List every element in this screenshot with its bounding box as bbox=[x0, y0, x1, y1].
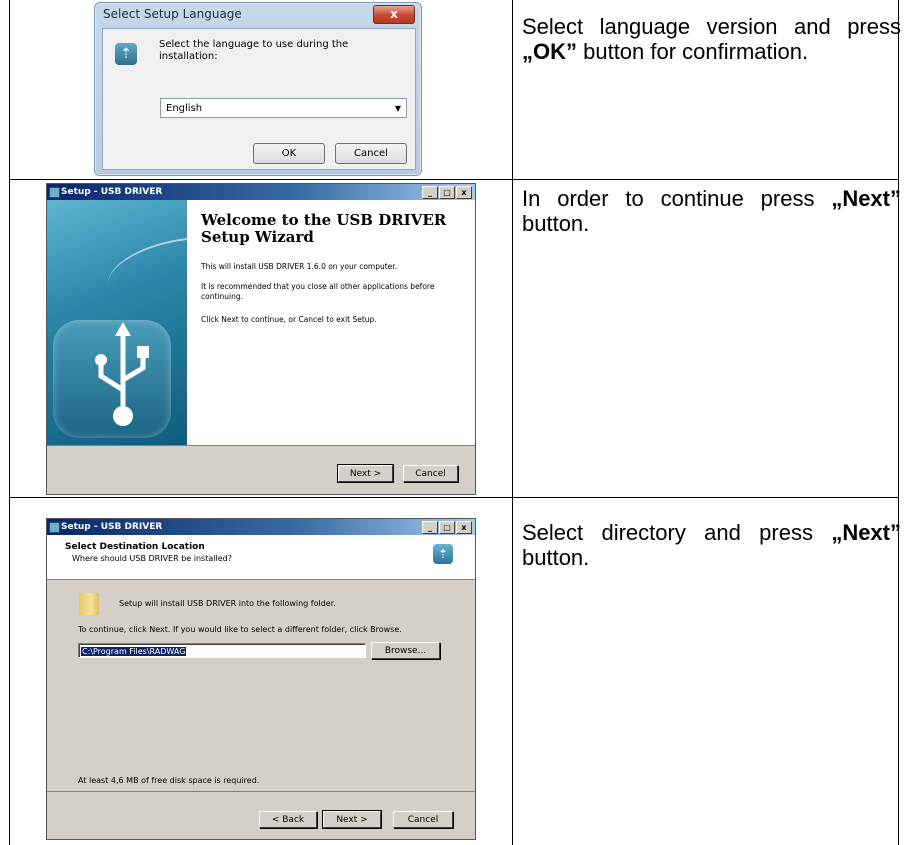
window-controls: _ □ x bbox=[422, 521, 472, 534]
light-arc bbox=[102, 226, 187, 316]
window-controls: _ □ x bbox=[422, 186, 472, 199]
next-button[interactable]: Next > bbox=[337, 464, 394, 483]
welcome-heading: Welcome to the USB DRIVER Setup Wizard bbox=[201, 211, 447, 246]
ok-button[interactable]: OK bbox=[253, 143, 325, 164]
close-button[interactable]: x bbox=[456, 521, 472, 534]
close-button[interactable]: x bbox=[373, 5, 415, 24]
usb-logo-icon bbox=[53, 320, 171, 438]
wizard-button-bar bbox=[47, 791, 475, 792]
page-subtitle: Where should USB DRIVER be installed? bbox=[72, 554, 232, 563]
folder-icon bbox=[79, 593, 99, 615]
setup-destination-window: Setup - USB DRIVER _ □ x Select Destinat… bbox=[46, 518, 476, 840]
dialog-body: ⇡ Select the language to use during the … bbox=[102, 28, 416, 170]
install-paragraph: This will install USB DRIVER 1.6.0 on yo… bbox=[201, 262, 398, 271]
row-divider-1 bbox=[9, 179, 899, 180]
usb-setup-icon: ⇡ bbox=[433, 544, 453, 564]
select-language-dialog: Select Setup Language x ⇡ Select the lan… bbox=[94, 2, 422, 176]
language-select[interactable]: English ▼ bbox=[160, 98, 407, 118]
dialog-title: Select Setup Language bbox=[103, 7, 242, 21]
window-title: Setup - USB DRIVER bbox=[61, 522, 163, 532]
destination-path-input[interactable]: C:\Program Files\RADWAG bbox=[78, 643, 366, 658]
cancel-button[interactable]: Cancel bbox=[393, 811, 453, 828]
next-button[interactable]: Next > bbox=[322, 810, 382, 829]
recommend-paragraph: It is recommended that you close all oth… bbox=[201, 282, 435, 301]
row-divider-2 bbox=[9, 497, 899, 498]
chevron-down-icon: ▼ bbox=[394, 104, 401, 113]
close-button[interactable]: x bbox=[456, 186, 472, 199]
setup-welcome-window: Setup - USB DRIVER _ □ x Welcome to the … bbox=[46, 183, 476, 495]
cancel-button[interactable]: Cancel bbox=[335, 143, 407, 164]
maximize-button[interactable]: □ bbox=[439, 186, 455, 199]
minimize-button[interactable]: _ bbox=[422, 186, 438, 199]
wizard-side-image bbox=[47, 200, 187, 445]
continue-info-text: To continue, click Next. If you would li… bbox=[78, 625, 402, 634]
back-button[interactable]: < Back bbox=[259, 811, 317, 828]
browse-button[interactable]: Browse... bbox=[371, 642, 440, 659]
page-title: Select Destination Location bbox=[65, 542, 205, 552]
usb-setup-icon: ⇡ bbox=[115, 43, 137, 65]
cancel-button[interactable]: Cancel bbox=[403, 465, 458, 482]
window-titlebar: Setup - USB DRIVER _ □ x bbox=[47, 519, 475, 535]
instruction-text-3: Select directory and press „Next” button… bbox=[522, 520, 901, 570]
wizard-button-bar bbox=[47, 445, 475, 446]
language-selected-value: English bbox=[166, 103, 203, 114]
left-border bbox=[9, 0, 10, 845]
window-titlebar: Setup - USB DRIVER _ □ x bbox=[47, 184, 475, 200]
right-border bbox=[898, 0, 899, 845]
setup-app-icon bbox=[49, 522, 60, 533]
setup-app-icon bbox=[49, 187, 60, 198]
instruction-text-2: In order to continue press „Next” button… bbox=[522, 186, 901, 236]
destination-path-value: C:\Program Files\RADWAG bbox=[81, 647, 187, 656]
minimize-button[interactable]: _ bbox=[422, 521, 438, 534]
wizard-content: Welcome to the USB DRIVER Setup Wizard T… bbox=[187, 200, 475, 445]
instruction-text-1: Select language version and press „OK” b… bbox=[522, 14, 901, 64]
folder-info-text: Setup will install USB DRIVER into the f… bbox=[119, 599, 336, 608]
dialog-message: Select the language to use during the in… bbox=[159, 39, 349, 62]
maximize-button[interactable]: □ bbox=[439, 521, 455, 534]
disk-space-text: At least 4,6 MB of free disk space is re… bbox=[78, 776, 260, 785]
window-title: Setup - USB DRIVER bbox=[61, 187, 163, 197]
continue-paragraph: Click Next to continue, or Cancel to exi… bbox=[201, 315, 377, 324]
wizard-header: Select Destination Location Where should… bbox=[47, 535, 475, 580]
column-divider bbox=[512, 0, 513, 845]
